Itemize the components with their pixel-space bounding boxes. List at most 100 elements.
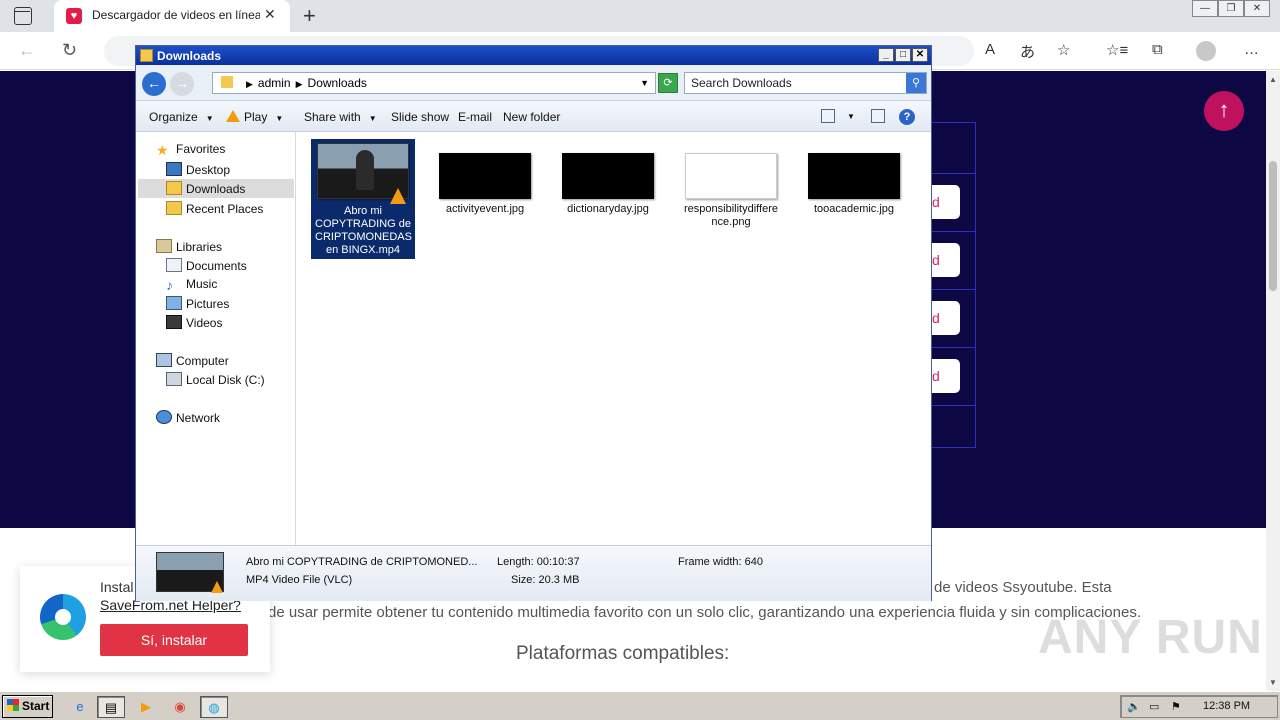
nav-videos[interactable]: Videos (166, 315, 222, 330)
tab-actions-icon[interactable] (14, 7, 32, 25)
organize-menu[interactable]: Organize ▼ (149, 110, 214, 124)
breadcrumb[interactable]: ▶ admin ▶ Downloads ▼ (212, 72, 656, 94)
vlc-icon (390, 188, 406, 204)
scroll-down-icon[interactable]: ▼ (1269, 678, 1277, 687)
install-title: Instal (100, 579, 134, 595)
chevron-down-icon[interactable]: ▼ (640, 73, 649, 93)
selected-file-frame-width: Frame width: 640 (678, 556, 763, 568)
browser-tab-strip: ♥ Descargador de videos en línea ✕ + — ❐… (0, 0, 1280, 32)
tab-title: Descargador de videos en línea (92, 8, 260, 22)
preview-pane-icon[interactable] (871, 109, 885, 123)
nav-pictures[interactable]: Pictures (166, 296, 229, 311)
browser-tab-active[interactable]: ♥ Descargador de videos en línea ✕ (54, 0, 290, 32)
paragraph-text: de videos Ssyoutube. Esta (934, 579, 1112, 596)
nav-local-disk[interactable]: Local Disk (C:) (166, 372, 265, 387)
breadcrumb-downloads[interactable]: Downloads (308, 76, 367, 90)
windows-logo-icon (7, 699, 19, 711)
window-controls: — ❐ ✕ (1192, 0, 1270, 18)
nav-documents[interactable]: Documents (166, 258, 247, 273)
new-tab-button[interactable]: + (303, 3, 316, 29)
download-button[interactable]: d (930, 185, 960, 219)
download-button[interactable]: d (930, 243, 960, 277)
download-button[interactable]: d (930, 301, 960, 335)
chrome-icon[interactable]: ◉ (166, 696, 194, 718)
file-name: tooacademic.jpg (813, 203, 895, 215)
explorer-window: Downloads _ □ ✕ ← → ▶ admin ▶ Downloads ▼ ⟳… (135, 45, 932, 601)
install-button[interactable]: Sí, instalar (100, 624, 248, 656)
nav-libraries[interactable]: Libraries (156, 239, 222, 254)
back-arrow-icon[interactable]: ← (18, 40, 36, 61)
email-button[interactable]: E-mail (458, 110, 492, 124)
restore-button[interactable]: ❐ (1218, 0, 1244, 17)
forward-button[interactable]: → (170, 72, 194, 96)
refresh-icon[interactable]: ↻ (62, 40, 77, 61)
file-item[interactable]: tooacademic.jpg (802, 153, 906, 216)
clock[interactable]: 12:38 PM (1203, 700, 1250, 712)
slide-show-button[interactable]: Slide show (391, 110, 449, 124)
explorer-minimize-button[interactable]: _ (878, 48, 894, 62)
internet-explorer-icon[interactable]: e (66, 696, 94, 718)
nav-desktop[interactable]: Desktop (166, 162, 230, 177)
help-icon[interactable]: ? (899, 109, 915, 125)
explorer-taskbar-icon[interactable]: ▤ (97, 696, 125, 718)
selected-file-thumbnail (156, 552, 224, 593)
add-favorite-icon[interactable]: ☆ (1057, 41, 1070, 59)
file-item[interactable]: Abro mi COPYTRADING de CRIPTOMONEDAS en … (311, 139, 415, 259)
image-thumbnail (685, 153, 777, 199)
refresh-icon[interactable]: ⟳ (658, 73, 678, 93)
nav-computer[interactable]: Computer (156, 353, 229, 368)
site-favicon-icon: ♥ (66, 8, 82, 24)
play-menu[interactable]: Play ▼ (226, 110, 283, 124)
scroll-to-top-button[interactable]: ↑ (1204, 91, 1244, 131)
collections-icon[interactable]: ⧉ (1152, 41, 1163, 58)
flag-icon[interactable]: ⚑ (1171, 700, 1181, 713)
explorer-maximize-button[interactable]: □ (895, 48, 911, 62)
profile-avatar[interactable] (1196, 41, 1216, 61)
read-aloud-icon[interactable]: A (985, 41, 995, 58)
network-tray-icon[interactable]: ▭ (1149, 700, 1159, 713)
nav-music[interactable]: ♪ Music (166, 277, 217, 293)
view-options-icon[interactable] (821, 109, 835, 123)
favorites-icon[interactable]: ☆≡ (1106, 41, 1128, 59)
share-with-menu[interactable]: Share with ▼ (304, 110, 377, 124)
computer-icon (156, 353, 172, 367)
download-button[interactable]: d (930, 359, 960, 393)
file-name: Abro mi COPYTRADING de CRIPTOMONEDAS en … (315, 205, 412, 256)
media-player-icon[interactable]: ▶ (132, 696, 160, 718)
nav-recent-places[interactable]: Recent Places (166, 201, 263, 216)
breadcrumb-separator-icon[interactable]: ▶ (296, 79, 303, 89)
file-item[interactable]: dictionaryday.jpg (556, 153, 660, 216)
start-button[interactable]: Start (2, 695, 53, 718)
translate-icon[interactable]: あ (1020, 41, 1035, 62)
volume-icon[interactable]: 🔈 (1127, 700, 1141, 713)
search-input[interactable]: Search Downloads ⚲ (684, 72, 927, 94)
scroll-thumb[interactable] (1269, 161, 1277, 291)
star-icon: ★ (156, 142, 169, 158)
breadcrumb-admin[interactable]: admin (258, 76, 291, 90)
nav-favorites[interactable]: ★ Favorites (156, 142, 225, 159)
image-thumbnail (562, 153, 654, 199)
scroll-up-icon[interactable]: ▲ (1269, 75, 1277, 84)
table-divider (930, 405, 976, 406)
back-button[interactable]: ← (142, 72, 166, 96)
file-item[interactable]: responsibilitydifference.png (679, 153, 783, 229)
nav-network[interactable]: Network (156, 410, 220, 425)
explorer-titlebar[interactable]: Downloads _ □ ✕ (136, 46, 931, 65)
nav-downloads[interactable]: Downloads (138, 179, 294, 198)
new-folder-button[interactable]: New folder (503, 110, 560, 124)
videos-icon (166, 315, 182, 329)
downloads-folder-icon (166, 181, 182, 195)
edge-taskbar-icon[interactable]: ◍ (200, 696, 228, 718)
watermark-logo: ANY RUN (1038, 611, 1263, 664)
page-scrollbar[interactable]: ▲ ▼ (1266, 71, 1280, 691)
breadcrumb-separator-icon[interactable]: ▶ (246, 79, 253, 89)
more-menu-icon[interactable]: … (1244, 41, 1259, 58)
explorer-close-button[interactable]: ✕ (912, 48, 928, 62)
tab-close-icon[interactable]: ✕ (264, 6, 276, 23)
search-icon[interactable]: ⚲ (906, 73, 926, 93)
file-item[interactable]: activityevent.jpg (433, 153, 537, 216)
minimize-button[interactable]: — (1192, 0, 1218, 17)
chevron-down-icon[interactable]: ▼ (847, 112, 855, 121)
selected-file-length: Length: 00:10:37 (497, 556, 580, 568)
close-window-button[interactable]: ✕ (1244, 0, 1270, 17)
